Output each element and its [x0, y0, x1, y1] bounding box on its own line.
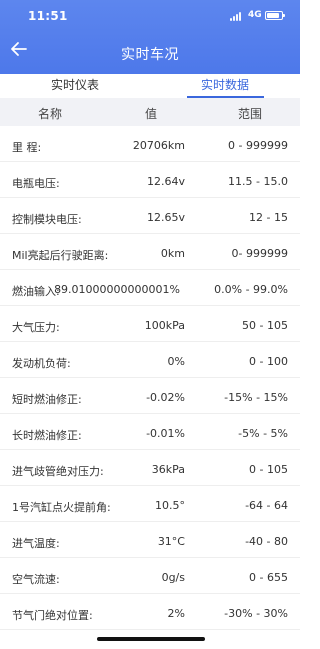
row-value: 89.01000000000001%: [54, 283, 180, 296]
table-row: 控制模块电压: 12.65v 12 - 15: [0, 198, 300, 234]
row-name: 控制模块电压:: [12, 213, 82, 226]
tab-realtime-data[interactable]: 实时数据: [150, 74, 300, 98]
network-type: 4G: [248, 10, 262, 20]
row-range: 0 - 655: [249, 571, 288, 584]
row-value: -0.02%: [146, 391, 185, 404]
table-row: 里 程: 20706km 0 - 999999: [0, 126, 300, 162]
row-name: 发动机负荷:: [12, 357, 71, 370]
row-value: 31°C: [157, 535, 185, 548]
row-range: 0- 999999: [231, 247, 288, 260]
table-row: 进气歧管绝对压力: 36kPa 0 - 105: [0, 450, 300, 486]
table-row: 发动机负荷: 0% 0 - 100: [0, 342, 300, 378]
row-name: 进气温度:: [12, 537, 60, 550]
tab-bar: 实时仪表 实时数据: [0, 74, 300, 98]
row-name: Mil亮起后行驶距离:: [12, 249, 109, 262]
row-value: 100kPa: [144, 319, 185, 332]
table-row: 电瓶电压: 12.64v 11.5 - 15.0: [0, 162, 300, 198]
status-time: 11:51: [28, 9, 68, 23]
row-name: 大气压力:: [12, 321, 60, 334]
column-header-value: 值: [145, 107, 158, 121]
row-range: -15% - 15%: [224, 391, 288, 404]
tab-realtime-gauges[interactable]: 实时仪表: [0, 74, 150, 98]
row-range: 0 - 105: [249, 463, 288, 476]
table-row: 短时燃油修正: -0.02% -15% - 15%: [0, 378, 300, 414]
status-bar: 11:51 4G: [0, 0, 300, 32]
table-row: 进气温度: 31°C -40 - 80: [0, 522, 300, 558]
row-name: 空气流速:: [12, 573, 60, 586]
row-range: 11.5 - 15.0: [228, 175, 288, 188]
home-indicator[interactable]: [97, 637, 205, 641]
row-range: -64 - 64: [245, 499, 288, 512]
battery-icon: [265, 11, 285, 20]
table-row: 长时燃油修正: -0.01% -5% - 5%: [0, 414, 300, 450]
row-range: -30% - 30%: [224, 607, 288, 620]
table-row: 节气门绝对位置: 2% -30% - 30%: [0, 594, 300, 630]
row-value: 12.64v: [146, 175, 185, 188]
row-name: 电瓶电压:: [12, 177, 60, 190]
column-header-range: 范围: [238, 107, 263, 121]
row-range: 50 - 105: [242, 319, 288, 332]
row-value: 10.5°: [155, 499, 185, 512]
header-bar: 11:51 4G 实时车况: [0, 0, 300, 74]
table-row: Mil亮起后行驶距离: 0km 0- 999999: [0, 234, 300, 270]
row-range: -40 - 80: [245, 535, 288, 548]
row-name: 里 程:: [12, 141, 42, 154]
row-value: 2%: [167, 607, 185, 620]
table-row: 燃油输入: 89.01000000000001% 0.0% - 99.0%: [0, 270, 300, 306]
row-name: 长时燃油修正:: [12, 429, 82, 442]
row-name: 进气歧管绝对压力:: [12, 465, 104, 478]
row-range: -5% - 5%: [238, 427, 288, 440]
table-row: 大气压力: 100kPa 50 - 105: [0, 306, 300, 342]
row-value: 0g/s: [161, 571, 185, 584]
row-range: 12 - 15: [249, 211, 288, 224]
row-range: 0 - 100: [249, 355, 288, 368]
table-row: 1号汽缸点火提前角: 10.5° -64 - 64: [0, 486, 300, 522]
row-range: 0.0% - 99.0%: [214, 283, 288, 296]
column-header-name: 名称: [38, 107, 63, 121]
data-table: 里 程: 20706km 0 - 999999 电瓶电压: 12.64v 11.5 - …: [0, 126, 300, 630]
row-value: 0%: [167, 355, 185, 368]
row-name: 节气门绝对位置:: [12, 609, 93, 622]
row-name: 短时燃油修正:: [12, 393, 82, 406]
table-header: 名称 值 范围: [0, 98, 300, 126]
row-range: 0 - 999999: [228, 139, 288, 152]
signal-icon: [230, 12, 244, 21]
page-title: 实时车况: [121, 47, 179, 63]
row-value: 36kPa: [151, 463, 185, 476]
row-name: 燃油输入:: [12, 285, 60, 298]
row-value: -0.01%: [146, 427, 185, 440]
table-row: 空气流速: 0g/s 0 - 655: [0, 558, 300, 594]
row-value: 0km: [160, 247, 185, 260]
row-name: 1号汽缸点火提前角:: [12, 501, 111, 514]
row-value: 20706km: [132, 139, 185, 152]
row-value: 12.65v: [146, 211, 185, 224]
